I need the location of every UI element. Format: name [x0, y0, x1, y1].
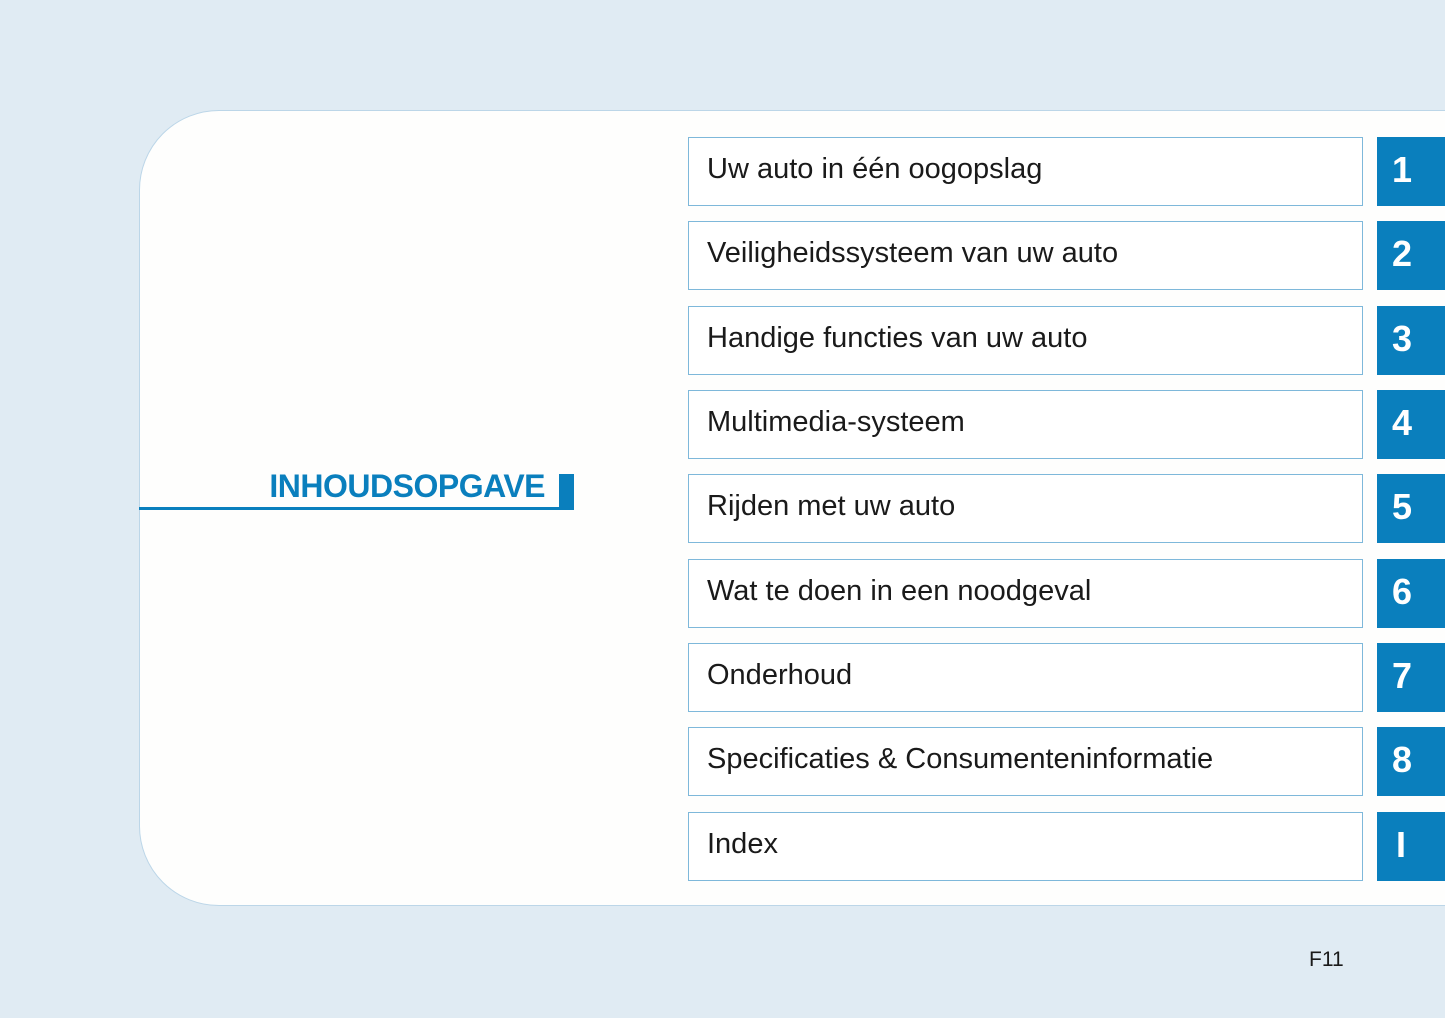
toc-item-label: Uw auto in één oogopslag — [707, 153, 1043, 185]
chapter-number: 2 — [1392, 233, 1413, 274]
chapter-number: I — [1396, 824, 1407, 865]
toc-item-label: Wat te doen in een noodgeval — [707, 575, 1092, 607]
chapter-tab[interactable]: 5 — [1377, 474, 1445, 543]
toc-item-label: Specificaties & Consumenteninformatie — [707, 743, 1214, 775]
page-code: F11 — [1309, 948, 1344, 971]
chapter-number: 7 — [1392, 655, 1413, 696]
toc-item: Rijden met uw auto 5 — [688, 474, 1445, 543]
toc-item: Multimedia-systeem 4 — [688, 390, 1445, 459]
chapter-number: 4 — [1392, 402, 1413, 443]
toc-item-label: Rijden met uw auto — [707, 490, 956, 522]
chapter-tab[interactable]: 1 — [1377, 137, 1445, 206]
toc-item: Veiligheidssysteem van uw auto 2 — [688, 221, 1445, 290]
toc-item: Onderhoud 7 — [688, 643, 1445, 712]
toc-item-link[interactable]: Uw auto in één oogopslag — [688, 137, 1363, 206]
toc-item: Wat te doen in een noodgeval 6 — [688, 559, 1445, 628]
toc-item-label: Multimedia-systeem — [707, 406, 965, 438]
toc-item-link[interactable]: Wat te doen in een noodgeval — [688, 559, 1363, 628]
page-title: INHOUDSOPGAVE — [269, 468, 545, 504]
chapter-number: 1 — [1392, 149, 1413, 190]
toc-item: Index I — [688, 812, 1445, 881]
toc-item-link[interactable]: Onderhoud — [688, 643, 1363, 712]
toc-item: Specificaties & Consumenteninformatie 8 — [688, 727, 1445, 796]
chapter-tab[interactable]: 6 — [1377, 559, 1445, 628]
toc-item-label: Index — [707, 828, 778, 860]
toc-item-link[interactable]: Specificaties & Consumenteninformatie — [688, 727, 1363, 796]
chapter-number: 5 — [1392, 486, 1413, 527]
section-heading: INHOUDSOPGAVE — [139, 466, 575, 510]
chapter-tab[interactable]: 2 — [1377, 221, 1445, 290]
chapter-tab[interactable]: 7 — [1377, 643, 1445, 712]
toc-item-link[interactable]: Handige functies van uw auto — [688, 306, 1363, 375]
toc-item-link[interactable]: Index — [688, 812, 1363, 881]
chapter-tab[interactable]: 8 — [1377, 727, 1445, 796]
title-underline — [139, 507, 573, 510]
toc-item-link[interactable]: Veiligheidssysteem van uw auto — [688, 221, 1363, 290]
chapter-tab[interactable]: 4 — [1377, 390, 1445, 459]
chapter-number: 6 — [1392, 571, 1413, 612]
toc-item-label: Handige functies van uw auto — [707, 322, 1088, 354]
toc-item-label: Onderhoud — [707, 659, 853, 691]
toc-item: Handige functies van uw auto 3 — [688, 306, 1445, 375]
chapter-number: 3 — [1392, 318, 1413, 359]
toc-item-link[interactable]: Rijden met uw auto — [688, 474, 1363, 543]
title-marker-bar — [559, 474, 574, 510]
toc-item-link[interactable]: Multimedia-systeem — [688, 390, 1363, 459]
chapter-number: 8 — [1392, 739, 1413, 780]
toc-item-label: Veiligheidssysteem van uw auto — [707, 237, 1119, 269]
chapter-tab[interactable]: 3 — [1377, 306, 1445, 375]
chapter-tab[interactable]: I — [1377, 812, 1445, 881]
toc-item: Uw auto in één oogopslag 1 — [688, 137, 1445, 206]
